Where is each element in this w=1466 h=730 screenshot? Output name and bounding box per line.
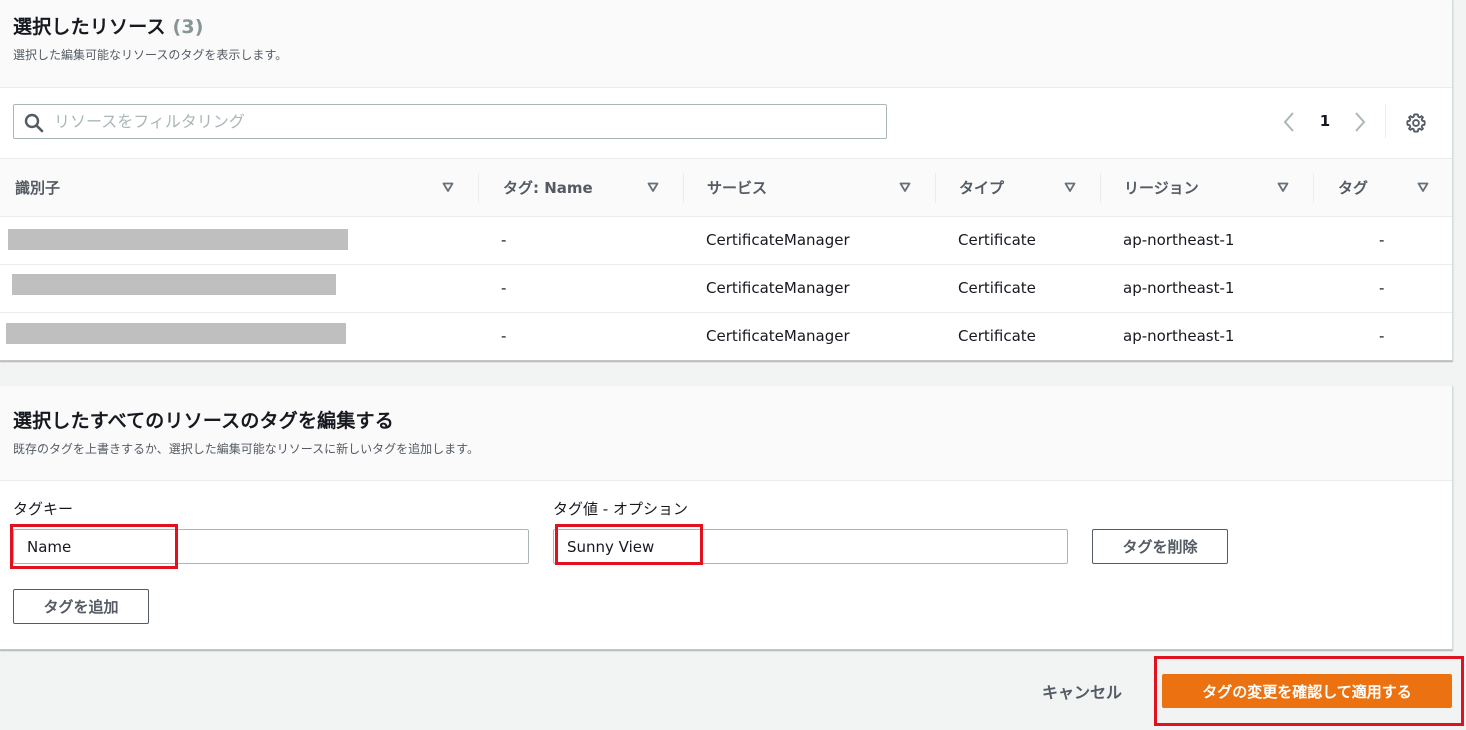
resources-title: 選択したリソース (3) <box>13 12 204 39</box>
redacted-identifier <box>6 323 346 344</box>
add-tag-button[interactable]: タグを追加 <box>13 589 149 624</box>
sort-icon <box>1277 182 1289 192</box>
sort-icon <box>1417 182 1429 192</box>
pager-divider <box>1385 104 1386 138</box>
sort-icon <box>442 182 454 192</box>
column-header-tags[interactable]: タグ <box>1313 159 1453 216</box>
tag-key-label: タグキー <box>13 500 74 518</box>
tag-value-label: タグ値 - オプション <box>553 500 688 518</box>
filter-field[interactable] <box>13 104 887 139</box>
edit-tags-panel: 選択したすべてのリソースのタグを編集する 既存のタグを上書きするか、選択した編集… <box>0 386 1453 650</box>
gear-icon <box>1406 113 1426 133</box>
cell-region: ap-northeast-1 <box>1123 279 1235 297</box>
sort-icon <box>647 182 659 192</box>
cell-tags: - <box>1379 327 1385 345</box>
chevron-right-icon <box>1355 112 1366 132</box>
column-header-identifier[interactable]: 識別子 <box>0 159 478 216</box>
column-header-tag-name[interactable]: タグ: Name <box>478 159 683 216</box>
cell-type: Certificate <box>958 327 1036 345</box>
sort-icon <box>1064 182 1076 192</box>
column-label: タグ <box>1338 179 1369 197</box>
tag-value-field[interactable] <box>553 529 1068 564</box>
remove-tag-button[interactable]: タグを削除 <box>1092 529 1228 564</box>
cancel-button[interactable]: キャンセル <box>1030 676 1134 706</box>
filter-input[interactable] <box>54 109 874 134</box>
resources-count: (3) <box>172 16 204 38</box>
column-header-region[interactable]: リージョン <box>1100 159 1313 216</box>
chevron-left-icon <box>1283 112 1294 132</box>
table-row[interactable]: - CertificateManager Certificate ap-nort… <box>0 265 1452 313</box>
tag-value-input[interactable] <box>554 530 1067 563</box>
cell-service: CertificateManager <box>706 327 850 345</box>
tag-key-input[interactable] <box>14 530 528 563</box>
page-number[interactable]: 1 <box>1316 112 1334 130</box>
resources-title-text: 選択したリソース <box>13 16 166 38</box>
cell-type: Certificate <box>958 279 1036 297</box>
cell-service: CertificateManager <box>706 279 850 297</box>
column-label: タイプ <box>959 179 1005 197</box>
cell-type: Certificate <box>958 231 1036 249</box>
cell-tag-name: - <box>501 279 507 297</box>
redacted-identifier <box>12 274 336 295</box>
column-label: 識別子 <box>15 179 61 197</box>
cell-tag-name: - <box>501 231 507 249</box>
table-row[interactable]: - CertificateManager Certificate ap-nort… <box>0 313 1452 361</box>
cell-service: CertificateManager <box>706 231 850 249</box>
cell-tags: - <box>1379 279 1385 297</box>
edit-tags-header: 選択したすべてのリソースのタグを編集する 既存のタグを上書きするか、選択した編集… <box>0 386 1452 481</box>
resources-description: 選択した編集可能なリソースのタグを表示します。 <box>13 48 288 62</box>
resources-header: 選択したリソース (3) 選択した編集可能なリソースのタグを表示します。 <box>0 0 1452 88</box>
cell-region: ap-northeast-1 <box>1123 327 1235 345</box>
preferences-button[interactable] <box>1403 110 1429 136</box>
edit-tags-description: 既存のタグを上書きするか、選択した編集可能なリソースに新しいタグを追加します。 <box>13 442 479 456</box>
table-header: 識別子 タグ: Name サービス タイプ リージョン タグ <box>0 158 1452 217</box>
tag-key-field[interactable] <box>13 529 529 564</box>
column-label: リージョン <box>1124 179 1199 197</box>
apply-tag-changes-button[interactable]: タグの変更を確認して適用する <box>1162 674 1452 708</box>
edit-tags-title: 選択したすべてのリソースのタグを編集する <box>13 410 394 432</box>
redacted-identifier <box>8 229 348 250</box>
selected-resources-panel: 選択したリソース (3) 選択した編集可能なリソースのタグを表示します。 1 識… <box>0 0 1453 361</box>
cell-tags: - <box>1379 231 1385 249</box>
previous-page-button[interactable] <box>1278 110 1300 134</box>
search-icon <box>24 113 44 133</box>
table-row[interactable]: - CertificateManager Certificate ap-nort… <box>0 217 1452 265</box>
column-header-service[interactable]: サービス <box>683 159 935 216</box>
column-label: タグ: Name <box>503 179 593 197</box>
column-label: サービス <box>707 179 768 197</box>
next-page-button[interactable] <box>1349 110 1371 134</box>
sort-icon <box>899 182 911 192</box>
cell-region: ap-northeast-1 <box>1123 231 1235 249</box>
column-header-type[interactable]: タイプ <box>935 159 1100 216</box>
cell-tag-name: - <box>501 327 507 345</box>
